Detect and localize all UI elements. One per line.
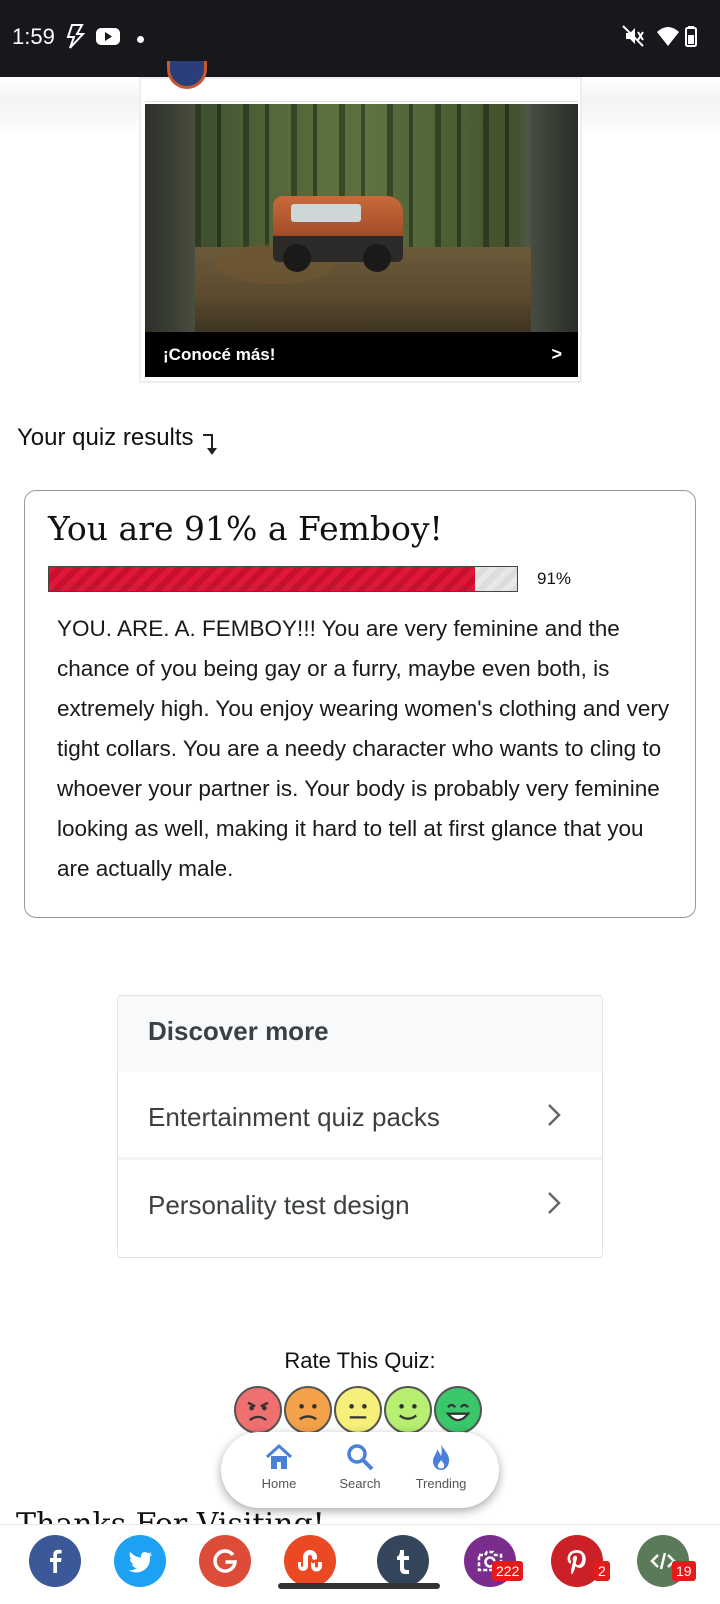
ad-truck (273, 196, 403, 272)
pinterest-count-badge: 2 (594, 1561, 610, 1581)
pinterest-icon (567, 1550, 586, 1575)
discover-more-panel: Discover more Entertainment quiz packs P… (117, 995, 603, 1258)
result-percent-label: 91% (537, 569, 572, 588)
status-bar: 1:59 (0, 0, 720, 77)
mute-icon (622, 25, 644, 47)
embed-count-badge: 19 (672, 1561, 696, 1581)
result-card: You are 91% a Femboy! 91% YOU. ARE. A. F… (24, 490, 696, 918)
battery-icon (685, 26, 697, 47)
ad-arrow-icon: > (551, 344, 562, 364)
thanks-heading: Thanks For Visiting! (16, 1507, 325, 1525)
screenshot-count-badge: 222 (492, 1561, 524, 1581)
chevron-right-icon (548, 1104, 561, 1126)
arrow-down-icon (203, 434, 217, 455)
rate-quiz-label: Rate This Quiz: (284, 1348, 436, 1373)
angry-face-icon[interactable] (234, 1386, 282, 1434)
nav-trending[interactable]: Trending (403, 1442, 479, 1491)
advertisement[interactable]: ¡Conocé más! > (139, 61, 582, 383)
floating-bottom-nav: Home Search Trending (221, 1432, 499, 1508)
twitter-share-button[interactable] (114, 1535, 166, 1587)
discover-item-label: Entertainment quiz packs (148, 1102, 440, 1132)
smile-face-icon[interactable] (384, 1386, 432, 1434)
discover-item-label: Personality test design (148, 1190, 410, 1220)
neutral-face-icon[interactable] (334, 1386, 382, 1434)
gesture-home-indicator[interactable] (278, 1583, 440, 1589)
tumblr-share-button[interactable] (377, 1535, 429, 1587)
status-time: 1:59 (12, 24, 55, 49)
result-description: YOU. ARE. A. FEMBOY!!! You are very femi… (57, 616, 670, 881)
result-progress-bar (48, 566, 518, 592)
stumbleupon-icon (298, 1550, 322, 1572)
home-icon (265, 1443, 293, 1469)
sad-face-icon[interactable] (284, 1386, 332, 1434)
ad-header (145, 61, 578, 102)
result-title: You are 91% a Femboy! (48, 509, 443, 548)
rating-faces (234, 1386, 484, 1436)
discover-more-heading: Discover more (118, 996, 602, 1072)
youtube-icon (96, 28, 120, 45)
ad-cta-bar[interactable]: ¡Conocé más! > (145, 332, 578, 377)
discover-item-entertainment[interactable]: Entertainment quiz packs (118, 1072, 602, 1160)
nav-home-label: Home (261, 1476, 297, 1491)
ad-cta-label: ¡Conocé más! (163, 345, 276, 364)
tumblr-icon (397, 1550, 409, 1574)
chevron-right-icon (548, 1192, 561, 1214)
facebook-icon (50, 1549, 62, 1573)
grin-face-icon[interactable] (434, 1386, 482, 1434)
discover-item-personality[interactable]: Personality test design (118, 1160, 602, 1248)
google-share-button[interactable] (199, 1535, 251, 1587)
share-bar: 222 2 19 (0, 1524, 720, 1604)
results-heading: Your quiz results (17, 424, 194, 451)
nav-home[interactable]: Home (241, 1442, 317, 1491)
notification-dot (137, 36, 144, 43)
result-progress-fill (49, 567, 475, 591)
facebook-share-button[interactable] (29, 1535, 81, 1587)
twitter-icon (128, 1551, 152, 1573)
nav-search[interactable]: Search (322, 1442, 398, 1491)
ad-logo (167, 61, 207, 89)
nav-trending-label: Trending (415, 1476, 467, 1491)
stumbleupon-share-button[interactable] (284, 1535, 336, 1587)
ad-image[interactable] (145, 104, 578, 332)
wifi-icon (657, 27, 679, 46)
search-icon (347, 1444, 374, 1471)
flame-icon (433, 1444, 450, 1470)
nav-search-label: Search (339, 1476, 381, 1491)
google-icon (213, 1549, 237, 1573)
flash-icon (66, 24, 86, 49)
